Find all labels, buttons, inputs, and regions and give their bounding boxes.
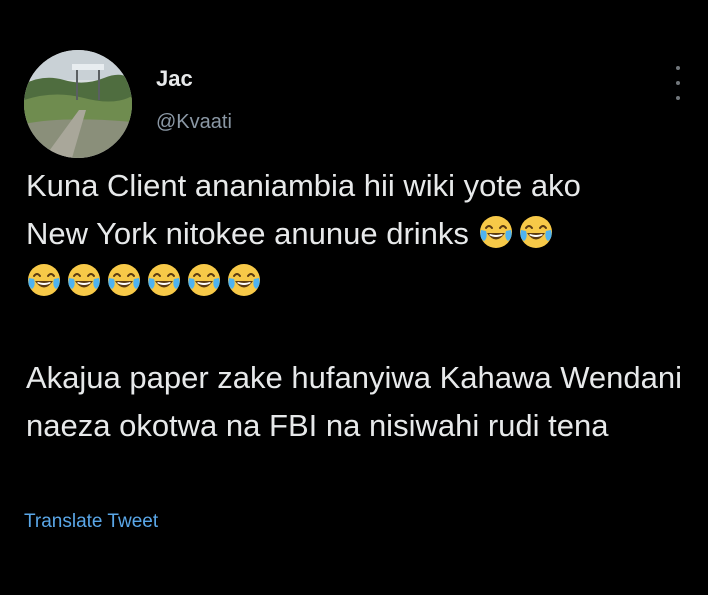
dot bbox=[676, 66, 680, 70]
avatar[interactable] bbox=[24, 50, 132, 158]
user-handle[interactable]: @Kvaati bbox=[156, 110, 232, 134]
tweet: Jac @Kvaati Kuna Client ananiambia hii w… bbox=[0, 0, 708, 595]
more-options-icon[interactable] bbox=[668, 66, 688, 100]
dot bbox=[676, 81, 680, 85]
tweet-line: Kuna Client ananiambia hii wiki yote ako bbox=[26, 168, 581, 203]
face-with-tears-of-joy-icon bbox=[108, 264, 140, 296]
translate-tweet-link[interactable]: Translate Tweet bbox=[24, 510, 158, 534]
dot bbox=[676, 96, 680, 100]
tweet-text: Kuna Client ananiambia hii wiki yote ako… bbox=[26, 162, 686, 450]
tweet-paragraph-1: Kuna Client ananiambia hii wiki yote ako… bbox=[26, 162, 686, 306]
face-with-tears-of-joy-icon bbox=[479, 216, 512, 248]
emoji-row bbox=[26, 258, 686, 306]
face-with-tears-of-joy-icon bbox=[188, 264, 220, 296]
inline-emoji-group bbox=[478, 216, 558, 251]
face-with-tears-of-joy-icon bbox=[519, 216, 552, 248]
avatar-landscape-image bbox=[24, 50, 132, 158]
face-with-tears-of-joy-icon bbox=[68, 264, 100, 296]
face-with-tears-of-joy-icon bbox=[148, 264, 180, 296]
tweet-line: New York nitokee anunue drinks bbox=[26, 216, 469, 251]
tweet-paragraph-2: Akajua paper zake hufanyiwa Kahawa Wenda… bbox=[26, 360, 683, 443]
face-with-tears-of-joy-icon bbox=[228, 264, 260, 296]
display-name[interactable]: Jac bbox=[156, 66, 193, 92]
face-with-tears-of-joy-icon bbox=[28, 264, 60, 296]
